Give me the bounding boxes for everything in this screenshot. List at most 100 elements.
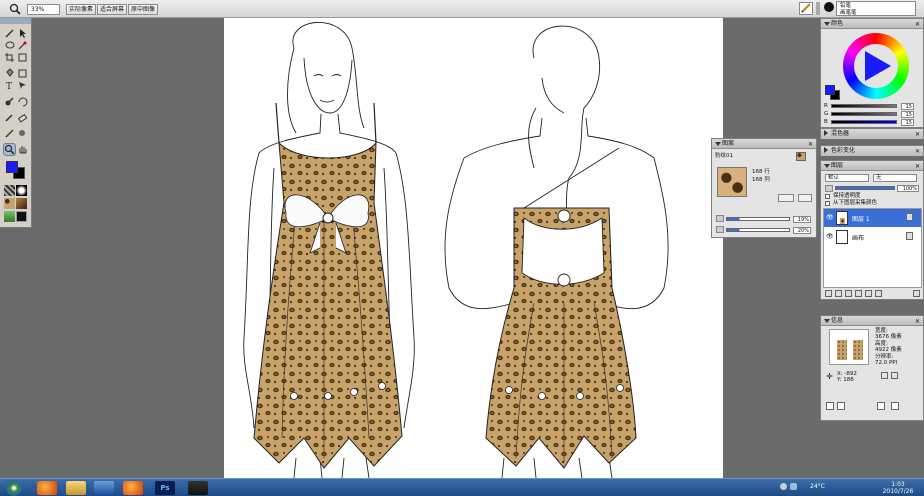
browser-icon[interactable] [123, 481, 143, 495]
create-mask-icon[interactable] [855, 290, 862, 297]
eraser-tool-icon[interactable] [17, 112, 28, 123]
grabber-hand-tool-icon[interactable] [17, 144, 28, 155]
layer-row-canvas[interactable]: 👁 画布 [824, 228, 921, 246]
look-selector-icon[interactable] [16, 211, 27, 222]
layer-row-layer1[interactable]: 👁 图层 1 [824, 209, 921, 227]
word-icon[interactable] [94, 481, 114, 495]
document-canvas[interactable] [224, 18, 723, 478]
preserve-transparency-checkbox[interactable] [825, 194, 830, 199]
file-explorer-icon[interactable] [66, 481, 86, 495]
shape-selection-tool-icon[interactable] [17, 80, 28, 91]
units-icon[interactable] [881, 372, 888, 379]
pen-tool-icon[interactable] [4, 128, 15, 139]
close-icon[interactable]: ✕ [915, 162, 920, 171]
brush-info-icon[interactable] [891, 402, 899, 410]
color-wheel[interactable] [843, 33, 909, 99]
g-value[interactable]: 15 [901, 111, 914, 118]
close-icon[interactable]: ✕ [915, 147, 920, 156]
rotate-page-tool-icon[interactable] [17, 96, 28, 107]
cm-icon[interactable] [891, 372, 898, 379]
pick-up-underlying-checkbox[interactable] [825, 201, 830, 206]
info-navigator-thumbnail[interactable] [829, 329, 869, 365]
actual-pixels-button[interactable]: 实际像素 [66, 4, 96, 15]
color-variation-title-bar[interactable]: 色彩变化 ✕ [821, 146, 923, 156]
pattern-panel-title-bar[interactable]: 图案 ✕ [712, 139, 816, 149]
lock-icon[interactable] [906, 213, 913, 221]
transform-tool-icon[interactable] [17, 52, 28, 63]
composite-method-select[interactable]: 默认 [825, 174, 869, 182]
gradient-selector-icon[interactable] [16, 185, 27, 196]
clock[interactable]: 1:03 2010/7/26 [878, 481, 918, 495]
collapse-triangle-icon[interactable] [824, 22, 830, 26]
text-tool-icon[interactable]: T [4, 80, 15, 91]
pattern-scale-slider[interactable] [726, 217, 790, 221]
expand-triangle-icon[interactable] [824, 147, 828, 153]
g-slider[interactable] [831, 112, 897, 116]
eye-icon[interactable]: 👁 [826, 214, 834, 221]
rectangle-shape-tool-icon[interactable] [17, 68, 28, 79]
pattern-selector-icon[interactable] [4, 198, 15, 209]
layer-opacity-slider[interactable] [835, 186, 895, 190]
pattern-offset-icon[interactable] [798, 194, 812, 202]
layers-panel-title-bar[interactable]: 图层 ✕ [821, 161, 923, 171]
dropper-tool-icon[interactable] [4, 96, 15, 107]
center-image-button[interactable]: 原中图像 [128, 4, 158, 15]
info-panel-title-bar[interactable]: 信息 ✕ [821, 316, 923, 326]
crop-tool-icon[interactable] [4, 52, 15, 63]
cloner-tool-icon[interactable] [4, 112, 15, 123]
selection-info-icon[interactable] [837, 402, 845, 410]
close-icon[interactable]: ✕ [915, 317, 920, 326]
magnifier-tool-icon[interactable] [3, 143, 16, 156]
brush-tool-icon[interactable] [4, 28, 15, 39]
layer-opacity-value[interactable]: 100% [897, 185, 919, 192]
new-layer-icon[interactable] [865, 290, 872, 297]
firefox-icon[interactable] [37, 481, 57, 495]
expand-triangle-icon[interactable] [824, 130, 831, 136]
paint-bucket-tool-icon[interactable] [4, 68, 15, 79]
lasso-tool-icon[interactable] [4, 40, 15, 51]
pattern-opacity-slider[interactable] [726, 228, 790, 232]
paper-selector-icon[interactable] [4, 185, 15, 196]
document-info-icon[interactable] [826, 402, 834, 410]
tray-icon[interactable] [780, 483, 787, 490]
pattern-opacity-value[interactable]: 20% [793, 227, 811, 234]
collapse-triangle-icon[interactable] [715, 142, 721, 146]
brush-category[interactable]: 铅笔 [840, 3, 851, 9]
pattern-preview-swatch[interactable] [717, 167, 747, 197]
close-icon[interactable]: ✕ [915, 20, 920, 29]
dodge-tool-icon[interactable] [17, 128, 28, 139]
close-icon[interactable]: ✕ [915, 130, 920, 139]
r-value[interactable]: 15 [901, 103, 914, 110]
select-arrow-tool-icon[interactable] [17, 28, 28, 39]
main-color-swatch[interactable] [6, 161, 18, 173]
r-slider[interactable] [831, 104, 897, 108]
painter-icon[interactable] [188, 481, 208, 495]
close-icon[interactable]: ✕ [808, 140, 813, 149]
magnifier-icon[interactable] [9, 3, 21, 15]
new-group-icon[interactable] [845, 290, 852, 297]
pattern-mode-icon[interactable] [778, 194, 794, 202]
composite-depth-select[interactable]: 无 [873, 174, 917, 182]
b-value[interactable]: 15 [901, 119, 914, 126]
color-panel-title-bar[interactable]: 颜色 ✕ [821, 19, 923, 29]
photoshop-icon[interactable]: Ps [155, 481, 175, 495]
collapse-triangle-icon[interactable] [824, 319, 830, 323]
magic-wand-tool-icon[interactable] [17, 40, 28, 51]
fit-screen-button[interactable]: 适合屏幕 [97, 4, 127, 15]
color-info-icon[interactable] [877, 402, 885, 410]
layer-commands-icon[interactable] [825, 290, 832, 297]
pattern-library-icon[interactable] [796, 152, 806, 161]
zoom-level-field[interactable]: 33% [27, 4, 60, 15]
pencil-icon[interactable] [799, 2, 813, 15]
weaving-selector-icon[interactable] [16, 198, 27, 209]
lock-icon[interactable] [906, 232, 913, 240]
eye-icon[interactable]: 👁 [826, 233, 834, 240]
brush-dropdown-arrow[interactable] [816, 2, 820, 15]
pattern-scale-value[interactable]: 19% [793, 216, 811, 223]
delete-layer-icon[interactable] [875, 290, 882, 297]
start-orb-icon[interactable] [6, 480, 22, 496]
color-triangle[interactable] [857, 47, 895, 85]
b-slider[interactable] [831, 120, 897, 124]
dynamic-plugin-icon[interactable] [835, 290, 842, 297]
mixer-panel-title-bar[interactable]: 混色器 ✕ [821, 129, 923, 139]
